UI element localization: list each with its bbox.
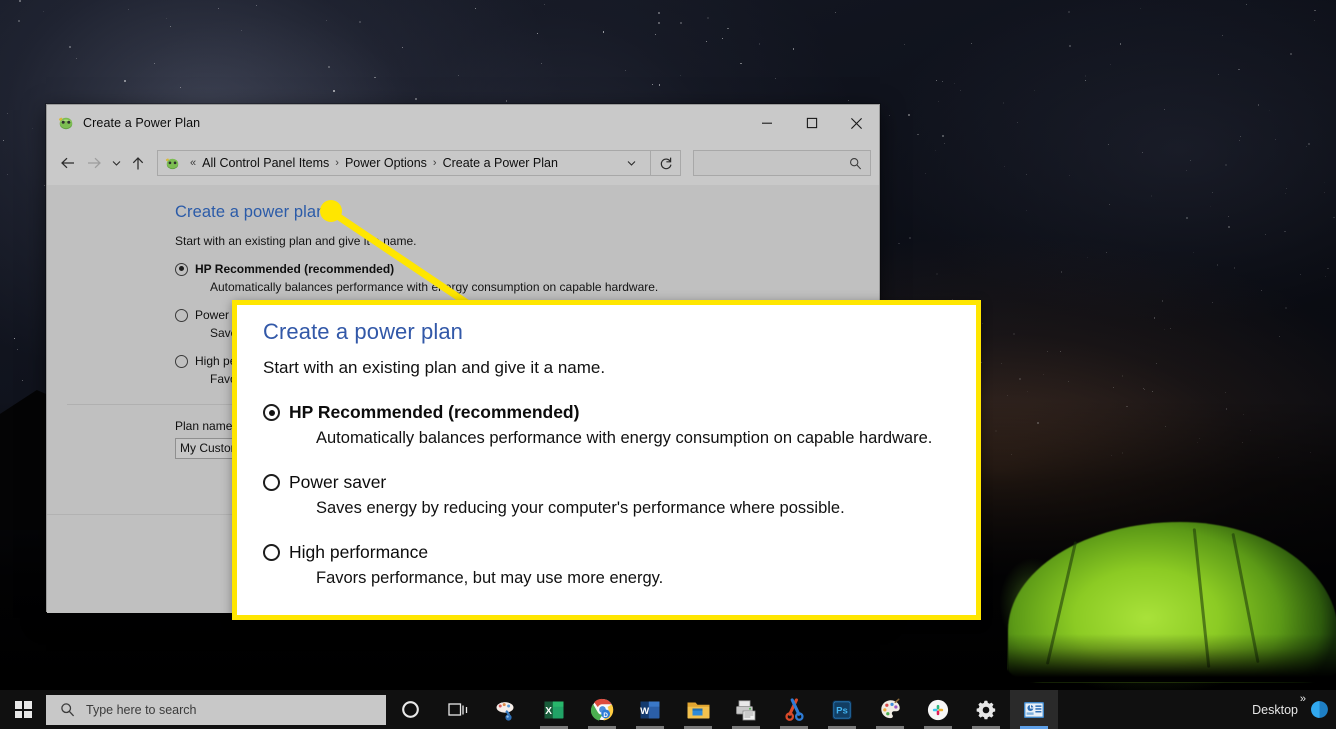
svg-text:Ps: Ps [836,705,848,716]
navigation-toolbar[interactable]: « All Control Panel Items › Power Option… [47,141,879,185]
control-panel-icon [164,155,181,172]
callout-radio-power-saver[interactable] [263,474,280,491]
system-tray[interactable]: Desktop » [1252,690,1336,729]
show-desktop-text: Desktop [1252,702,1298,717]
file-explorer-icon[interactable] [674,690,722,729]
snipping-tool-icon[interactable] [770,690,818,729]
paint-icon[interactable] [866,690,914,729]
breadcrumb-item-create-a-power-plan[interactable]: Create a Power Plan [443,156,558,170]
window-titlebar[interactable]: Create a Power Plan [47,105,879,141]
power-plan-option-hp-recommended[interactable]: HP Recommended (recommended) Automatical… [175,262,879,294]
minimize-button[interactable] [744,105,789,141]
callout-option-hp-recommended[interactable]: HP Recommended (recommended) Automatical… [263,402,954,448]
back-arrow-icon[interactable] [55,148,81,178]
zoom-callout-panel: Create a power plan Start with an existi… [232,300,981,620]
search-icon [60,702,75,717]
svg-text:D: D [603,712,608,719]
close-button[interactable] [834,105,879,141]
callout-option-power-saver[interactable]: Power saver Saves energy by reducing you… [263,472,954,518]
chrome-icon[interactable]: D [578,690,626,729]
address-dropdown-chevron-icon[interactable] [617,160,646,167]
tray-edge-icon[interactable] [1306,690,1332,729]
callout-option-description: Favors performance, but may use more ene… [316,569,664,587]
breadcrumb-item-all-control-panel-items[interactable]: All Control Panel Items [202,156,329,170]
settings-icon[interactable] [962,690,1010,729]
taskbar-search-box[interactable]: Type here to search [46,694,386,725]
taskbar[interactable]: Type here to search X D W Ps Desktop » [0,690,1336,729]
printer-icon[interactable] [722,690,770,729]
window-title: Create a Power Plan [83,116,201,130]
breadcrumb-separator[interactable]: › [427,157,443,169]
callout-option-description: Saves energy by reducing your computer's… [316,499,845,517]
word-icon[interactable]: W [626,690,674,729]
photoshop-icon[interactable]: Ps [818,690,866,729]
callout-page-title: Create a power plan [263,319,464,344]
callout-radio-high-performance[interactable] [263,544,280,561]
callout-option-high-performance[interactable]: High performance Favors performance, but… [263,542,954,588]
excel-icon[interactable]: X [530,690,578,729]
cortana-icon[interactable] [386,690,434,729]
start-button[interactable] [0,690,46,729]
callout-option-label: Power saver [289,472,387,492]
callout-option-label: High performance [289,542,429,562]
page-title: Create a power plan [175,203,326,221]
slack-icon[interactable] [914,690,962,729]
radio-power-saver[interactable] [175,308,188,322]
svg-text:X: X [545,706,552,717]
paint-3d-icon[interactable] [482,690,530,729]
control-panel-taskbar-icon[interactable] [1010,690,1058,729]
address-bar[interactable]: « All Control Panel Items › Power Option… [157,150,651,176]
callout-page-subtitle: Start with an existing plan and give it … [263,358,606,377]
page-subtitle: Start with an existing plan and give it … [175,234,417,248]
callout-radio-hp-recommended[interactable] [263,404,280,421]
up-arrow-icon[interactable] [125,148,151,178]
maximize-button[interactable] [789,105,834,141]
breadcrumb-overflow[interactable]: « [184,157,202,169]
tray-overflow-chevron-icon[interactable]: » [1300,693,1306,705]
windows-start-icon [14,701,32,718]
svg-text:W: W [640,706,650,717]
forward-arrow-icon [81,148,107,178]
green-tent [968,486,1336,690]
option-label: HP Recommended (recommended) [195,262,395,276]
foreground-grass [1008,634,1336,682]
refresh-button[interactable] [651,150,681,176]
option-description: Automatically balances performance with … [210,280,659,294]
callout-option-description: Automatically balances performance with … [316,429,933,447]
radio-hp-recommended[interactable] [175,262,188,276]
task-view-icon[interactable] [434,690,482,729]
window-controls[interactable] [744,105,879,141]
show-desktop-label[interactable]: Desktop » [1252,693,1306,717]
radio-high-performance[interactable] [175,354,188,368]
taskbar-search-placeholder: Type here to search [86,702,197,717]
search-input[interactable] [693,150,871,176]
callout-option-label: HP Recommended (recommended) [289,402,580,422]
taskbar-icons[interactable]: X D W Ps [386,690,1058,729]
recent-locations-chevron-icon[interactable] [107,148,125,178]
breadcrumb-separator[interactable]: › [329,157,345,169]
power-plan-icon [57,114,75,132]
breadcrumb-item-power-options[interactable]: Power Options [345,156,427,170]
search-icon [849,157,862,170]
